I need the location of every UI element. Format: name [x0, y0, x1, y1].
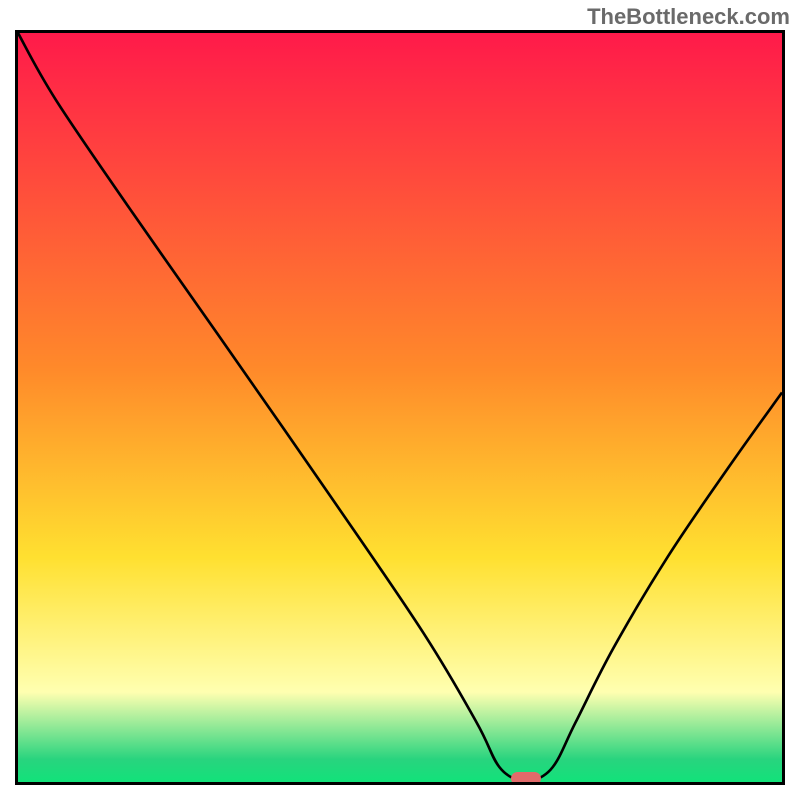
watermark-text: TheBottleneck.com: [587, 4, 790, 30]
chart-container: TheBottleneck.com: [0, 0, 800, 800]
plot-frame: [15, 30, 785, 785]
plot-area: [18, 33, 782, 782]
optimum-marker: [511, 772, 541, 785]
bottleneck-curve: [18, 33, 782, 782]
